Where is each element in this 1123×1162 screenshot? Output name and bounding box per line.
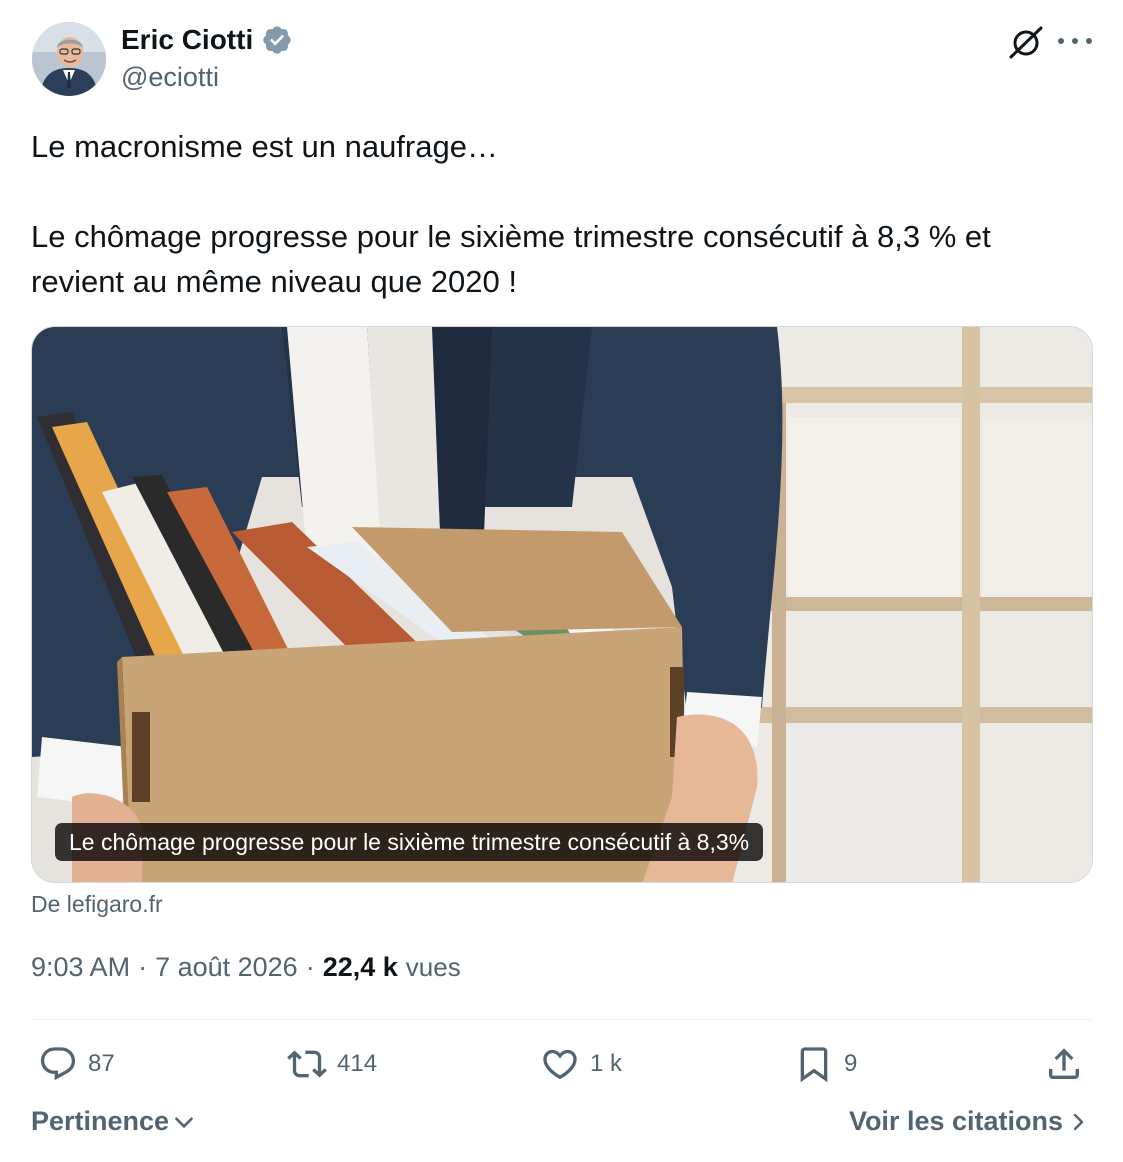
tweet-paragraph: Le chômage progresse pour le sixième tri… bbox=[31, 219, 991, 299]
reply-count: 87 bbox=[88, 1050, 115, 1077]
more-icon[interactable] bbox=[1058, 28, 1092, 54]
like-button[interactable]: 1 k bbox=[540, 1044, 622, 1084]
views-count: 22,4 k bbox=[322, 952, 398, 982]
share-icon bbox=[1049, 1048, 1079, 1079]
card-image bbox=[32, 327, 1092, 882]
like-count: 1 k bbox=[590, 1050, 623, 1077]
link-card[interactable]: Le chômage progresse pour le sixième tri… bbox=[31, 326, 1093, 883]
author-handle[interactable]: @eciotti bbox=[121, 62, 219, 93]
more-dot bbox=[1086, 38, 1092, 44]
bookmark-count: 9 bbox=[844, 1050, 858, 1077]
retweet-count: 414 bbox=[337, 1050, 378, 1077]
avatar-image bbox=[32, 22, 106, 96]
bookmark-icon bbox=[800, 1047, 828, 1083]
tweet-meta: 9:03 AM · 7 août 2026 · 22,4 k vues bbox=[31, 952, 461, 983]
author-name[interactable]: Eric Ciotti bbox=[121, 24, 253, 56]
more-dot bbox=[1072, 38, 1078, 44]
more-dot bbox=[1058, 38, 1064, 44]
retweet-icon bbox=[287, 1050, 327, 1078]
tweet-text: Le macronisme est un naufrage… Le chômag… bbox=[31, 124, 1091, 304]
chevron-down-icon bbox=[175, 1116, 193, 1128]
tweet-paragraph: Le macronisme est un naufrage… bbox=[31, 129, 498, 164]
card-source[interactable]: De lefigaro.fr bbox=[31, 891, 163, 918]
reply-button[interactable]: 87 bbox=[38, 1044, 115, 1084]
sort-dropdown[interactable]: Pertinence bbox=[31, 1106, 197, 1137]
view-quotes-label: Voir les citations bbox=[848, 1106, 1063, 1136]
retweet-button[interactable]: 414 bbox=[287, 1044, 377, 1084]
chevron-right-icon bbox=[1073, 1113, 1084, 1130]
avatar[interactable] bbox=[32, 22, 106, 96]
share-button[interactable] bbox=[1044, 1044, 1084, 1084]
reply-icon bbox=[40, 1047, 76, 1081]
meta-separator: · bbox=[138, 952, 148, 982]
tweet-date[interactable]: 7 août 2026 bbox=[155, 952, 298, 983]
meta-separator: · bbox=[305, 952, 315, 982]
sort-label: Pertinence bbox=[31, 1106, 170, 1136]
like-icon bbox=[543, 1049, 577, 1080]
divider bbox=[31, 1019, 1093, 1020]
grok-icon[interactable] bbox=[1007, 24, 1045, 62]
verified-badge-icon[interactable] bbox=[261, 24, 293, 56]
card-caption: Le chômage progresse pour le sixième tri… bbox=[55, 823, 764, 861]
views-label: vues bbox=[405, 952, 461, 982]
bookmark-button[interactable]: 9 bbox=[794, 1044, 857, 1084]
author-name-row: Eric Ciotti bbox=[121, 24, 293, 56]
view-quotes-link[interactable]: Voir les citations bbox=[849, 1106, 1089, 1137]
tweet-time[interactable]: 9:03 AM bbox=[31, 952, 130, 983]
